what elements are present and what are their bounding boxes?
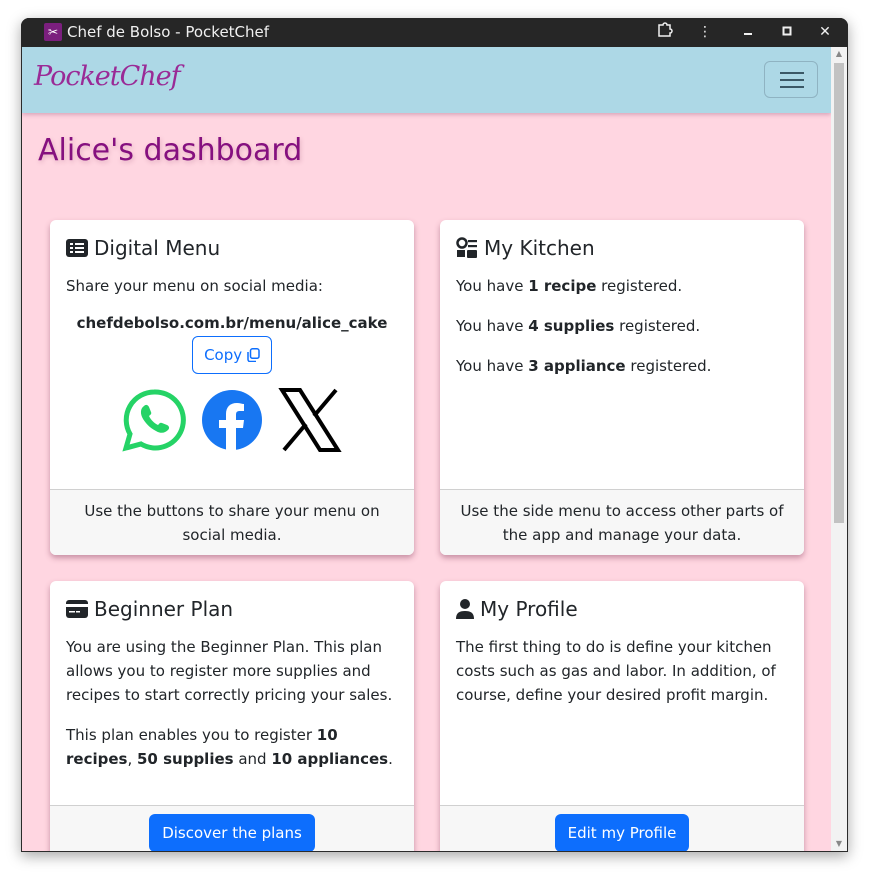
app-icon: ✂ bbox=[44, 23, 62, 41]
navbar-toggler-button[interactable] bbox=[764, 61, 818, 98]
my-kitchen-card: My Kitchen You have 1 recipe registered.… bbox=[440, 220, 804, 555]
card-title: Beginner Plan bbox=[66, 597, 398, 621]
hamburger-icon bbox=[780, 79, 804, 81]
appliance-count: You have 3 appliance registered. bbox=[456, 357, 712, 375]
card-title-text: Beginner Plan bbox=[94, 597, 234, 621]
card-footer: Use the side menu to access other parts … bbox=[440, 489, 804, 555]
profile-description: The first thing to do is define your kit… bbox=[456, 638, 776, 704]
more-options-icon[interactable]: ⋮ bbox=[695, 22, 715, 42]
scroll-down-arrow-icon[interactable]: ▼ bbox=[831, 837, 847, 851]
social-buttons bbox=[66, 388, 398, 452]
x-twitter-icon[interactable] bbox=[278, 388, 342, 452]
digital-menu-card: Digital Menu Share your menu on social m… bbox=[50, 220, 414, 555]
hamburger-icon bbox=[780, 72, 804, 74]
card-footer: Use the buttons to share your menu on so… bbox=[50, 489, 414, 555]
maximize-icon[interactable] bbox=[777, 22, 797, 42]
card-title-text: My Kitchen bbox=[484, 236, 595, 260]
whatsapp-icon[interactable] bbox=[122, 388, 186, 452]
card-title-text: Digital Menu bbox=[94, 236, 221, 260]
scrollbar-thumb[interactable] bbox=[834, 63, 844, 523]
facebook-icon[interactable] bbox=[200, 388, 264, 452]
close-icon[interactable]: ✕ bbox=[815, 22, 835, 42]
plan-limits: This plan enables you to register 10 rec… bbox=[66, 726, 393, 768]
plan-description: You are using the Beginner Plan. This pl… bbox=[66, 638, 393, 704]
menu-link[interactable]: chefdebolso.com.br/menu/alice_cake bbox=[66, 314, 398, 332]
kitchen-icon bbox=[456, 237, 477, 258]
card-title-text: My Profile bbox=[480, 597, 578, 621]
user-icon bbox=[456, 599, 474, 619]
supply-count: You have 4 supplies registered. bbox=[456, 317, 701, 335]
discover-plans-button[interactable]: Discover the plans bbox=[149, 814, 315, 851]
beginner-plan-card: Beginner Plan You are using the Beginner… bbox=[50, 581, 414, 851]
hamburger-icon bbox=[780, 86, 804, 88]
copy-icon bbox=[247, 348, 260, 363]
card-title: My Profile bbox=[456, 597, 788, 621]
copy-link-button[interactable]: Copy bbox=[192, 336, 272, 374]
card-title: Digital Menu bbox=[66, 236, 398, 260]
minimize-icon[interactable] bbox=[738, 22, 758, 42]
title-bar: ✂ Chef de Bolso - PocketChef ⋮ ✕ bbox=[21, 18, 848, 47]
list-icon bbox=[66, 239, 88, 257]
copy-label: Copy bbox=[204, 346, 243, 364]
card-title: My Kitchen bbox=[456, 236, 788, 260]
card-footer: Discover the plans bbox=[50, 805, 414, 851]
card-footer: Edit my Profile bbox=[440, 805, 804, 851]
scroll-up-arrow-icon[interactable]: ▲ bbox=[831, 47, 847, 61]
my-profile-card: My Profile The first thing to do is defi… bbox=[440, 581, 804, 851]
extensions-icon[interactable] bbox=[655, 22, 675, 42]
edit-profile-button[interactable]: Edit my Profile bbox=[554, 814, 690, 851]
share-intro: Share your menu on social media: bbox=[66, 277, 323, 295]
credit-card-icon bbox=[66, 600, 88, 618]
navbar: PocketChef bbox=[22, 47, 831, 113]
page-title: Alice's dashboard bbox=[38, 133, 303, 168]
window-title: Chef de Bolso - PocketChef bbox=[67, 23, 270, 41]
browser-window: ✂ Chef de Bolso - PocketChef ⋮ ✕ PocketC… bbox=[21, 18, 848, 852]
recipe-count: You have 1 recipe registered. bbox=[456, 277, 683, 295]
page-viewport: PocketChef Alice's dashboard Digital Men… bbox=[22, 47, 831, 851]
vertical-scrollbar[interactable]: ▲ ▼ bbox=[831, 47, 847, 851]
brand-logo[interactable]: PocketChef bbox=[34, 61, 181, 92]
